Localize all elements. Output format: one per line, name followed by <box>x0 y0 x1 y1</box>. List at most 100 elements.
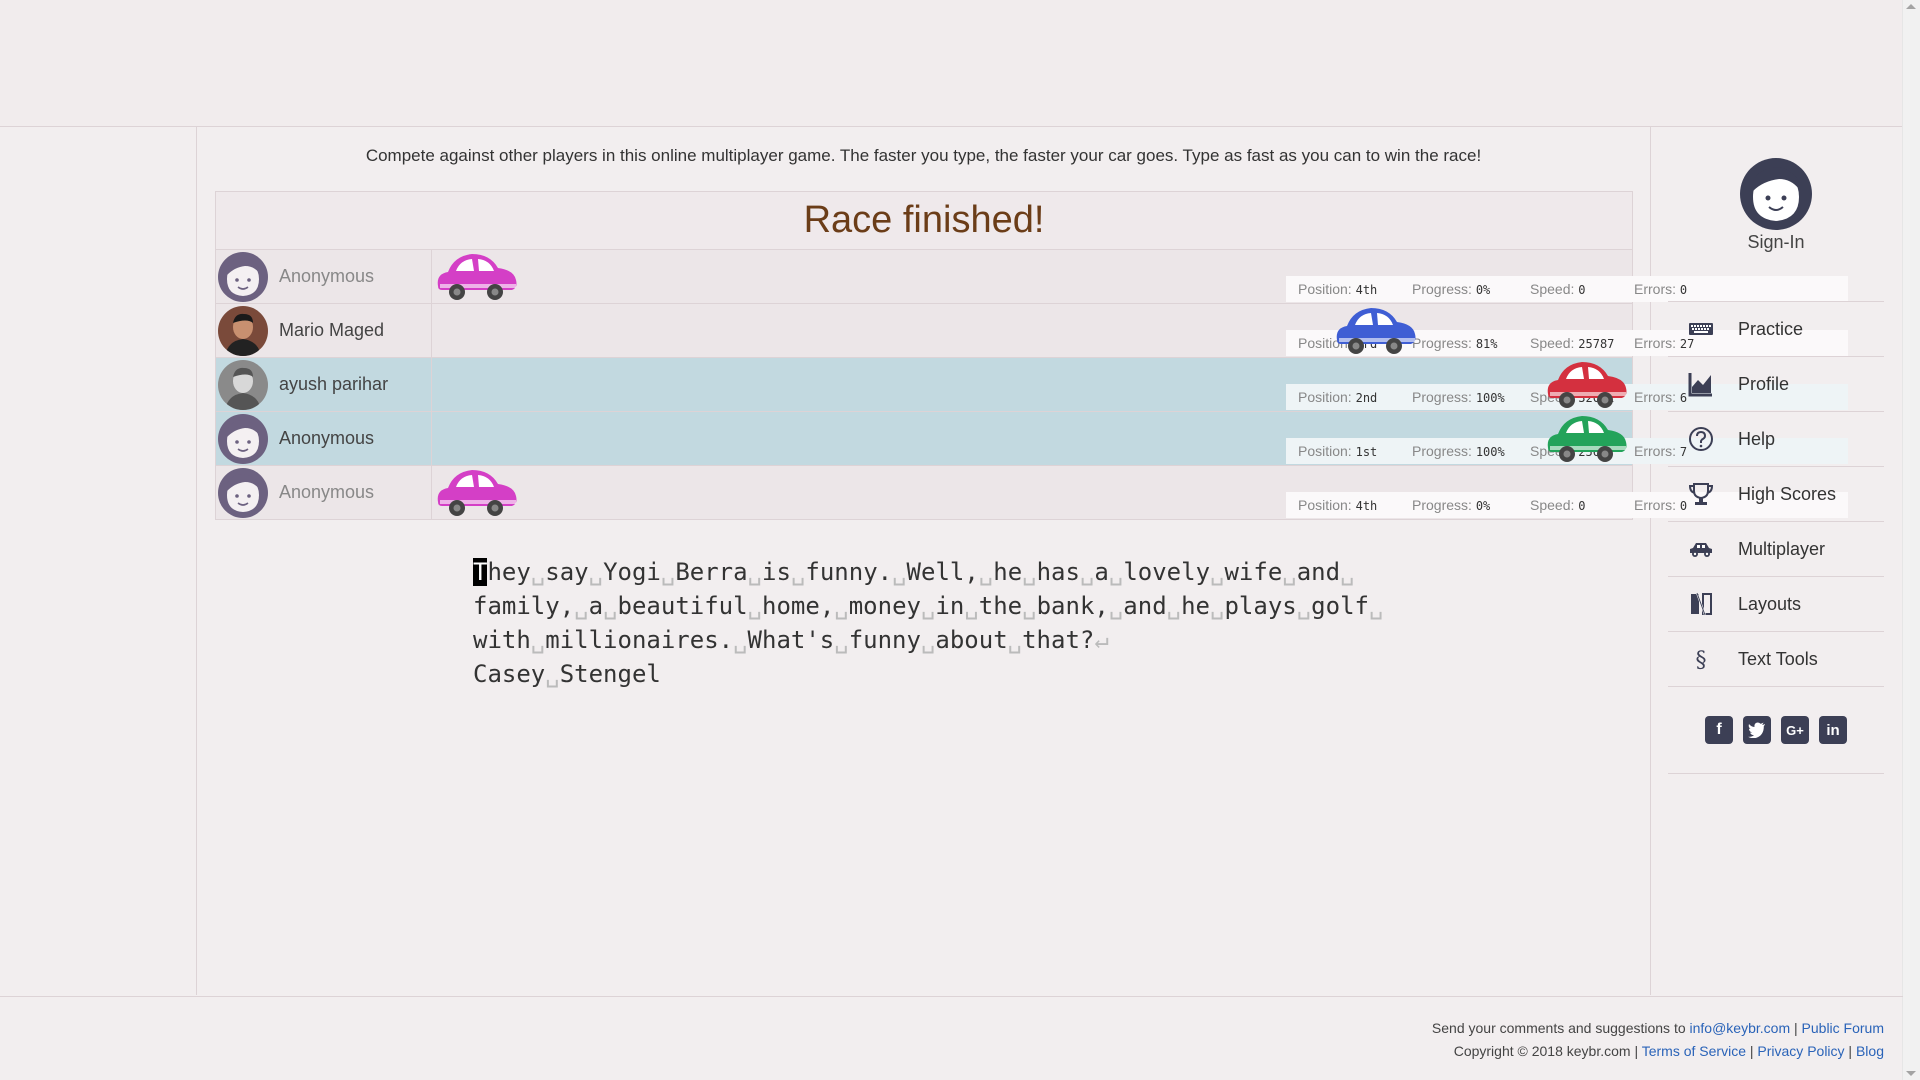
race-car-icon <box>432 462 522 518</box>
player-name: ayush parihar <box>279 374 389 394</box>
sidebar-item-text-tools[interactable]: § Text Tools <box>1668 632 1884 687</box>
footer: Send your comments and suggestions to in… <box>1432 1017 1884 1063</box>
sidebar-item-help[interactable]: Help <box>1668 412 1884 467</box>
footer-separator: | <box>1630 1043 1642 1059</box>
car-icon <box>1688 536 1714 562</box>
footer-separator: | <box>1790 1020 1802 1036</box>
sidebar-item-profile[interactable]: Profile <box>1668 357 1884 412</box>
typing-text[interactable]: They␣say␣Yogi␣Berra␣is␣funny.␣Well,␣he␣h… <box>473 555 1384 691</box>
sidebar-item-label: Profile <box>1738 374 1790 394</box>
player-lane: Mario MagedPosition: 3rdProgress: 81%Spe… <box>216 304 1848 358</box>
speed-stat: Speed: 25787 <box>1530 330 1614 357</box>
sidebar-item-high-scores[interactable]: High Scores <box>1668 467 1884 522</box>
player-name: Anonymous <box>279 428 375 448</box>
player-name: Mario Maged <box>279 320 385 340</box>
public-forum-link[interactable]: Public Forum <box>1802 1020 1884 1036</box>
race-car-icon <box>1542 408 1632 464</box>
progress-label: Progress: <box>1412 389 1472 405</box>
scroll-up-arrow-icon[interactable] <box>1906 4 1916 9</box>
position-label: Position: <box>1298 443 1352 459</box>
typing-line: with␣millionaires.␣What's␣funny␣about␣th… <box>473 626 1109 654</box>
speed-value: 0 <box>1578 499 1586 513</box>
email-link[interactable]: info@keybr.com <box>1690 1020 1791 1036</box>
terms-link[interactable]: Terms of Service <box>1642 1043 1746 1059</box>
typing-line: Casey␣Stengel <box>473 660 661 688</box>
player-lane: Anonymous Position: 4th Progress: 0% Speed:… <box>216 250 1848 304</box>
typing-line: They␣say␣Yogi␣Berra␣is␣funny.␣Well,␣he␣h… <box>473 558 1355 586</box>
sidebar-item-label: High Scores <box>1738 484 1837 504</box>
sidebar-item-layouts[interactable]: Layouts <box>1668 577 1884 632</box>
position-stat: Position: 4th <box>1298 492 1377 519</box>
typing-line: family,␣a␣beautiful␣home,␣money␣in␣the␣b… <box>473 592 1384 620</box>
player-lane: Anonymous Position: 4th Progress: 0% Speed:… <box>216 466 1848 519</box>
progress-stat: Progress: 100% <box>1412 438 1505 465</box>
facebook-icon[interactable]: f <box>1705 716 1733 744</box>
intro-text: Compete against other players in this on… <box>365 146 1482 165</box>
position-stat: Position: 4th <box>1298 276 1377 303</box>
blog-link[interactable]: Blog <box>1856 1043 1884 1059</box>
trophy-icon <box>1688 481 1714 507</box>
progress-value: 81% <box>1475 337 1498 351</box>
position-value: 4th <box>1355 283 1378 297</box>
sign-in-label[interactable]: Sign-In <box>1668 232 1884 253</box>
race-car-icon <box>432 246 522 302</box>
race-track: Position: 2ndProgress: 100%Speed: 32022E… <box>432 358 1848 411</box>
anonymous-avatar-icon <box>216 250 270 303</box>
player-lane: ayush parihar Position: 2nd Progress: 100%… <box>216 358 1848 412</box>
progress-stat: Progress: 81% <box>1412 330 1498 357</box>
newline-mark-icon: ↵ <box>1094 626 1109 654</box>
sign-in[interactable]: Sign-In <box>1668 157 1884 302</box>
sidebar-item-label: Help <box>1738 429 1776 449</box>
social-links: f G+ in <box>1668 687 1884 774</box>
race-car-icon <box>1542 354 1632 410</box>
sidebar-item-multiplayer[interactable]: Multiplayer <box>1668 522 1884 577</box>
progress-stat: Progress: 0% <box>1412 276 1490 303</box>
keyboard-icon <box>1688 316 1714 342</box>
position-label: Position: <box>1298 497 1352 513</box>
player-name: Anonymous <box>279 482 375 502</box>
sidebar-item-label: Layouts <box>1738 594 1802 614</box>
speed-label: Speed: <box>1530 497 1575 513</box>
progress-label: Progress: <box>1412 497 1472 513</box>
position-label: Position: <box>1298 389 1352 405</box>
position-stat: Position: 1st <box>1298 438 1377 465</box>
privacy-link[interactable]: Privacy Policy <box>1757 1043 1844 1059</box>
twitter-icon[interactable] <box>1743 716 1771 744</box>
player-avatar <box>216 358 270 411</box>
sign-in-avatar-icon[interactable] <box>1668 157 1884 236</box>
footer-line-2: Copyright © 2018 keybr.com | Terms of Se… <box>1432 1040 1884 1063</box>
race-car-icon <box>1331 300 1421 356</box>
progress-value: 0% <box>1475 283 1491 297</box>
player-lane: AnonymousPosition: 1stProgress: 100%Spee… <box>216 412 1848 466</box>
footer-separator: | <box>1745 1043 1758 1059</box>
player-name: Anonymous <box>279 266 375 286</box>
section-icon: § <box>1688 646 1714 673</box>
right-divider <box>1650 127 1651 995</box>
footer-divider <box>0 996 1903 997</box>
position-stat: Position: 2nd <box>1298 384 1377 411</box>
race-track: Position: 4th Progress: 0% Speed: 0 Errors:… <box>432 250 1848 303</box>
progress-value: 100% <box>1475 445 1505 459</box>
left-divider <box>196 127 197 995</box>
google-plus-icon[interactable]: G+ <box>1781 716 1809 744</box>
race-panel: Race finished! Anonymous Position: 4th Pro… <box>215 191 1848 520</box>
sidebar-nav: Practice Profile Help High Scores Multiplaye… <box>1668 302 1884 687</box>
position-value: 2nd <box>1355 391 1378 405</box>
layouts-icon <box>1688 591 1714 617</box>
scrollbar[interactable] <box>1902 0 1920 1080</box>
scroll-down-arrow-icon[interactable] <box>1906 1071 1916 1076</box>
progress-label: Progress: <box>1412 443 1472 459</box>
footer-separator: | <box>1844 1043 1856 1059</box>
sidebar-item-practice[interactable]: Practice <box>1668 302 1884 357</box>
progress-label: Progress: <box>1412 281 1472 297</box>
help-icon <box>1688 426 1714 452</box>
sidebar-item-label: Text Tools <box>1738 649 1818 669</box>
speed-stat: Speed: 0 <box>1530 492 1586 519</box>
sidebar-item-label: Practice <box>1738 319 1804 339</box>
anonymous-avatar-icon <box>216 412 270 465</box>
position-label: Position: <box>1298 281 1352 297</box>
progress-value: 0% <box>1475 499 1491 513</box>
linkedin-icon[interactable]: in <box>1819 716 1847 744</box>
player-avatar <box>216 304 270 357</box>
speed-value: 25787 <box>1578 337 1615 351</box>
